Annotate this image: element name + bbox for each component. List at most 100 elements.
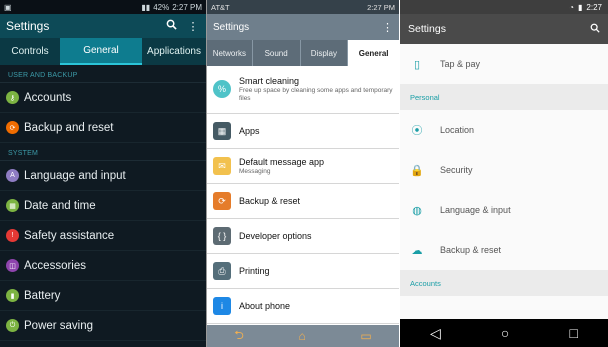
- tab-general[interactable]: General: [348, 40, 399, 66]
- page-title: Settings: [408, 23, 446, 35]
- settings-item-label: Language and input: [24, 169, 126, 182]
- section-header: SYSTEM: [0, 143, 206, 161]
- lock-icon: 🔒: [410, 164, 424, 177]
- app-header: Settings ⋮: [0, 14, 206, 38]
- status-bar: ◔ ▮ 2:27: [400, 0, 608, 14]
- carrier-label: AT&T: [211, 2, 230, 12]
- backup-icon: ⟳: [213, 192, 231, 210]
- settings-item[interactable]: ▦ Date and time: [0, 191, 206, 221]
- cloud-upload-icon: ☁: [411, 244, 423, 257]
- settings-item-text: Developer options: [239, 231, 312, 241]
- settings-item[interactable]: ☁ Backup & reset: [400, 230, 608, 270]
- tab-bar: Networks Sound Display General: [207, 40, 399, 66]
- location-icon: ⦿: [411, 125, 423, 137]
- settings-item[interactable]: ✉ Default message app Messaging: [207, 149, 399, 184]
- section-header: Personal: [400, 84, 608, 110]
- battery-icon: ▮: [6, 289, 19, 302]
- section-header: Accounts: [400, 270, 608, 296]
- settings-item[interactable]: ◫ Accessories: [0, 251, 206, 281]
- accessories-icon: ◫: [6, 259, 19, 272]
- home-icon[interactable]: ○: [501, 325, 509, 341]
- tab-sound[interactable]: Sound: [253, 40, 301, 66]
- settings-item[interactable]: ⦿ Location: [400, 110, 608, 150]
- settings-item[interactable]: ⟳ Backup & reset: [207, 184, 399, 219]
- settings-item[interactable]: 🔒 Security: [400, 150, 608, 190]
- samsung-dark-settings-panel: ▣ ▮▮ 42% 2:27 PM Settings ⋮ Controls Gen…: [0, 0, 206, 347]
- signal-icon: ▮▮: [141, 2, 151, 12]
- search-icon[interactable]: [590, 23, 600, 35]
- settings-item[interactable]: ⏻ Power saving: [0, 311, 206, 341]
- wifi-icon: ◔: [569, 2, 575, 12]
- settings-item[interactable]: ! Safety assistance: [0, 221, 206, 251]
- settings-item-label: Default message app: [239, 156, 325, 167]
- tab-networks[interactable]: Networks: [207, 40, 253, 66]
- samsung-light-settings-panel: AT&T 2:27 PM Settings ⋮ Networks Sound D…: [206, 0, 399, 347]
- tap-pay-icon: ▯: [413, 58, 421, 71]
- safety-icon: !: [6, 229, 19, 242]
- tab-bar: Controls General Applications: [0, 38, 206, 65]
- info-icon: i: [213, 297, 231, 315]
- settings-item-text: Default message app Messaging: [239, 157, 324, 176]
- settings-item[interactable]: ▮ Battery: [0, 281, 206, 311]
- tab-display[interactable]: Display: [301, 40, 349, 66]
- nav-bar: ⮌ ⌂ ▭: [207, 325, 399, 347]
- settings-item-label: Date and time: [24, 199, 96, 212]
- language-icon: A: [6, 169, 19, 182]
- back-icon[interactable]: ⮌: [234, 326, 244, 347]
- notification-icon: ▣: [4, 2, 12, 12]
- home-icon[interactable]: ⌂: [299, 329, 306, 343]
- settings-item[interactable]: ▦ Apps: [207, 114, 399, 149]
- settings-item-text: Apps: [239, 126, 260, 136]
- page-title: Settings: [213, 21, 250, 33]
- tab-general[interactable]: General: [60, 38, 142, 65]
- overflow-menu-icon[interactable]: ⋮: [186, 20, 200, 33]
- settings-item-text: About phone: [239, 301, 290, 311]
- battery-icon: ▮: [578, 2, 583, 12]
- recent-apps-icon[interactable]: □: [569, 325, 577, 341]
- settings-item[interactable]: ⎙ Printing: [207, 254, 399, 289]
- developer-icon: { }: [213, 227, 231, 245]
- settings-item-label: Developer options: [239, 231, 312, 241]
- settings-item-text: Backup & reset: [239, 196, 300, 206]
- status-time: 2:27: [586, 2, 602, 12]
- message-icon: ✉: [213, 157, 231, 175]
- settings-item-text: Smart cleaning Free up space by cleaning …: [239, 76, 399, 103]
- tab-controls[interactable]: Controls: [0, 38, 60, 65]
- lollipop-settings-panel: ◔ ▮ 2:27 Settings ▯ Tap & pay Personal ⦿ Loc…: [400, 0, 608, 347]
- back-icon[interactable]: ◁: [430, 325, 441, 342]
- tab-applications[interactable]: Applications: [142, 38, 206, 65]
- settings-item-label: Accounts: [24, 91, 72, 104]
- settings-item[interactable]: { } Developer options: [207, 219, 399, 254]
- status-bar: ▣ ▮▮ 42% 2:27 PM: [0, 0, 206, 14]
- calendar-icon: ▦: [6, 199, 19, 212]
- settings-item-label: Power saving: [24, 319, 94, 332]
- overflow-menu-icon[interactable]: ⋮: [382, 21, 393, 34]
- settings-item-label: Backup and reset: [24, 121, 114, 134]
- search-icon[interactable]: [164, 19, 178, 33]
- smart-cleaning-icon: %: [213, 80, 231, 98]
- battery-percent: 42%: [153, 2, 170, 12]
- nav-bar: ◁ ○ □: [400, 319, 608, 347]
- settings-item-label: Safety assistance: [24, 229, 115, 242]
- settings-item-label: Location: [440, 125, 475, 135]
- page-title: Settings: [6, 19, 50, 33]
- settings-item[interactable]: i About phone: [207, 289, 399, 324]
- globe-icon: ◍: [412, 204, 422, 217]
- printer-icon: ⎙: [213, 262, 231, 280]
- settings-item-label: Printing: [239, 266, 270, 276]
- status-time: 2:27 PM: [367, 2, 395, 12]
- settings-item[interactable]: ⚷ Accounts: [0, 83, 206, 113]
- settings-item[interactable]: % Smart cleaning Free up space by cleaning…: [207, 66, 399, 114]
- app-header: Settings: [400, 14, 608, 44]
- settings-item-label: Security: [440, 165, 473, 175]
- settings-item[interactable]: ⟳ Backup and reset: [0, 113, 206, 143]
- apps-icon: ▦: [213, 122, 231, 140]
- settings-item-label: Smart cleaning: [239, 76, 300, 86]
- settings-item[interactable]: ◍ Language & input: [400, 190, 608, 230]
- settings-item-summary: Messaging: [239, 167, 271, 175]
- settings-item[interactable]: A Language and input: [0, 161, 206, 191]
- settings-item-label: About phone: [239, 301, 291, 311]
- status-bar: AT&T 2:27 PM: [207, 0, 399, 14]
- settings-item[interactable]: ▯ Tap & pay: [400, 44, 608, 84]
- recent-apps-icon[interactable]: ▭: [360, 329, 371, 343]
